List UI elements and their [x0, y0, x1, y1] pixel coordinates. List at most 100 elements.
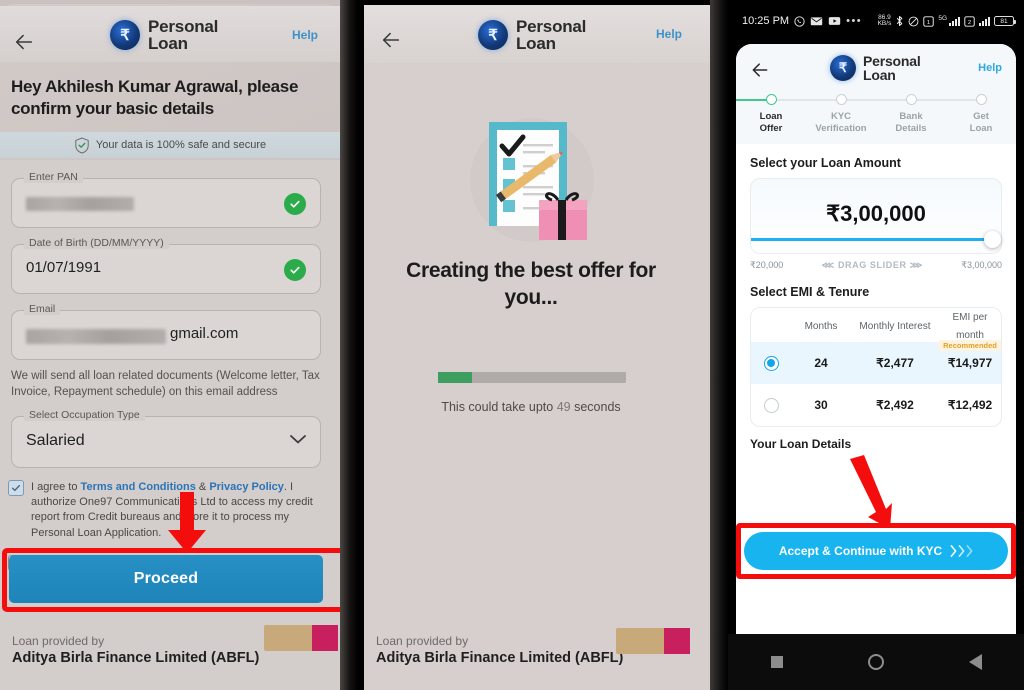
- step-label-line2: Verification: [815, 122, 867, 134]
- network-speed-unit: KB/s: [877, 20, 892, 27]
- secure-banner-text: Your data is 100% safe and secure: [95, 139, 267, 151]
- pan-field[interactable]: Enter PAN: [11, 171, 321, 228]
- step-get-loan[interactable]: Get Loan: [911, 94, 1016, 135]
- step-label-line2: Loan: [969, 122, 993, 134]
- occupation-select[interactable]: Select Occupation Type Salaried: [11, 409, 321, 468]
- email-field-domain: gmail.com: [170, 325, 239, 342]
- pan-verified-icon: [284, 193, 306, 215]
- annotation-arrow-proceed: [168, 492, 206, 553]
- panel-loan-offer: 10:25 PM ••• 86.9 KB/s 1 5G 2 81 ₹ Perso…: [728, 0, 1024, 690]
- signal-bars-icon-1: [949, 16, 960, 26]
- android-navigation-bar: [728, 634, 1024, 690]
- email-helper-note: We will send all loan related documents …: [11, 370, 320, 399]
- footer-provider-name: Aditya Birla Finance Limited (ABFL): [12, 650, 260, 666]
- chevron-down-icon[interactable]: [290, 435, 306, 444]
- step-dot: [835, 94, 847, 105]
- emi-radio-selected[interactable]: [763, 355, 779, 371]
- mail-icon: [810, 17, 823, 26]
- page-title: Personal Loan: [863, 54, 921, 83]
- progress-bar-fill: [438, 372, 472, 383]
- panel-confirm-details: ₹ Personal Loan Help Hey Akhilesh Kumar …: [0, 0, 358, 690]
- help-link[interactable]: Help: [292, 28, 318, 42]
- recents-square-icon[interactable]: [770, 656, 783, 668]
- signal-bars-icon-2: [979, 16, 990, 26]
- loan-amount-card: ₹3,00,000: [750, 178, 1002, 254]
- emi-col-interest: Monthly Interest: [859, 321, 931, 332]
- privacy-link[interactable]: Privacy Policy: [209, 481, 284, 493]
- dob-field[interactable]: Date of Birth (DD/MM/YYYY) 01/07/1991: [11, 237, 321, 294]
- emi-months-value: 24: [814, 356, 828, 370]
- slider-knob[interactable]: [983, 231, 1001, 248]
- progress-seconds: 49: [556, 400, 571, 414]
- more-notifications-icon: •••: [846, 15, 863, 27]
- emi-interest-value: ₹2,477: [876, 356, 914, 370]
- back-arrow-icon[interactable]: [13, 31, 35, 53]
- emi-col-months: Months: [804, 321, 838, 332]
- sim2-icon: 2: [964, 15, 975, 27]
- slider-legend: ₹20,000 ⋘ DRAG SLIDER ⋙ ₹3,00,000: [750, 260, 1002, 271]
- page-title-line1: Personal: [148, 17, 219, 36]
- home-circle-icon[interactable]: [867, 654, 884, 670]
- greeting-heading: Hey Akhilesh Kumar Agrawal, please confi…: [11, 77, 299, 119]
- page-title-line1: Personal: [863, 53, 921, 69]
- emi-section-title: Select EMI & Tenure: [750, 285, 870, 299]
- step-dot: [975, 94, 987, 105]
- signal-group-1: 5G: [938, 15, 960, 26]
- network-speed-indicator: 86.9 KB/s: [877, 14, 892, 28]
- email-field[interactable]: Email gmail.com: [11, 303, 321, 360]
- screenshot-root: ₹ Personal Loan Help Hey Akhilesh Kumar …: [0, 0, 1024, 690]
- mute-icon: [908, 16, 919, 26]
- whatsapp-icon: [794, 15, 805, 27]
- shield-check-icon: [75, 136, 89, 154]
- panel-creating-offer: ₹ Personal Loan Help Creating the best o…: [358, 0, 728, 690]
- progress-bar-track: [438, 372, 626, 383]
- svg-text:1: 1: [927, 19, 930, 25]
- back-arrow-icon[interactable]: [750, 60, 770, 80]
- emi-table: Months Monthly Interest EMI per month 24…: [750, 307, 1002, 427]
- youtube-icon: [828, 17, 841, 25]
- emi-row-30-months[interactable]: 30 ₹2,492 ₹12,492: [751, 384, 1001, 426]
- consent-text-1-pre: I agree to: [31, 481, 81, 493]
- abfl-logo-mark: [312, 625, 338, 651]
- emi-interest-value: ₹2,492: [876, 398, 914, 412]
- page-title-line2: Loan: [516, 34, 556, 54]
- step-label: Get Loan: [970, 111, 993, 135]
- slider-min-label: ₹20,000: [750, 260, 784, 270]
- step-label-line1: Bank: [899, 111, 923, 122]
- status-bar-right: 86.9 KB/s 1 5G 2 81: [877, 14, 1016, 28]
- step-label: Bank Details: [895, 111, 926, 135]
- email-field-label: Email: [24, 303, 61, 315]
- dob-verified-icon: [284, 259, 306, 281]
- emi-col-emi: EMI per month: [952, 312, 988, 341]
- consent-checkbox-1[interactable]: [8, 480, 24, 496]
- phone2-bezel: [710, 0, 728, 690]
- rupee-logo-icon: ₹: [830, 55, 856, 82]
- emi-row-24-months[interactable]: 24 ₹2,477 Recommended ₹14,977: [751, 340, 1001, 384]
- step-label-line2: Offer: [759, 122, 783, 134]
- help-link[interactable]: Help: [978, 62, 1002, 74]
- cta-highlight-box: [736, 523, 1016, 579]
- brand-lockup: ₹ Personal Loan: [478, 18, 586, 53]
- panel1-header: ₹ Personal Loan Help: [0, 6, 340, 62]
- page-title-line2: Loan: [863, 67, 896, 84]
- emi-radio-unselected[interactable]: [763, 397, 779, 413]
- loan-amount-section-title: Select your Loan Amount: [750, 156, 901, 170]
- rupee-logo-icon: ₹: [478, 20, 508, 51]
- creating-offer-heading: Creating the best offer for you...: [406, 259, 656, 309]
- sim1-icon: 1: [923, 15, 935, 27]
- progress-subtext: This could take upto 49 seconds: [383, 400, 679, 414]
- brand-lockup: ₹ Personal Loan: [830, 54, 921, 83]
- status-bar-left: 10:25 PM •••: [742, 15, 862, 27]
- emi-table-header: Months Monthly Interest EMI per month: [751, 308, 1001, 342]
- loan-amount-value: ₹3,00,000: [826, 201, 926, 226]
- loan-details-title: Your Loan Details: [750, 437, 852, 451]
- back-arrow-icon[interactable]: [380, 29, 402, 51]
- email-value-redacted: [26, 329, 166, 344]
- abfl-logo: [264, 625, 338, 651]
- loan-amount-slider[interactable]: [751, 231, 1001, 248]
- back-triangle-icon[interactable]: [968, 654, 982, 670]
- pan-value-redacted: [26, 197, 134, 211]
- brand-lockup: ₹ Personal Loan: [110, 18, 218, 53]
- android-status-bar: 10:25 PM ••• 86.9 KB/s 1 5G 2 81: [728, 0, 1024, 42]
- help-link[interactable]: Help: [656, 27, 682, 41]
